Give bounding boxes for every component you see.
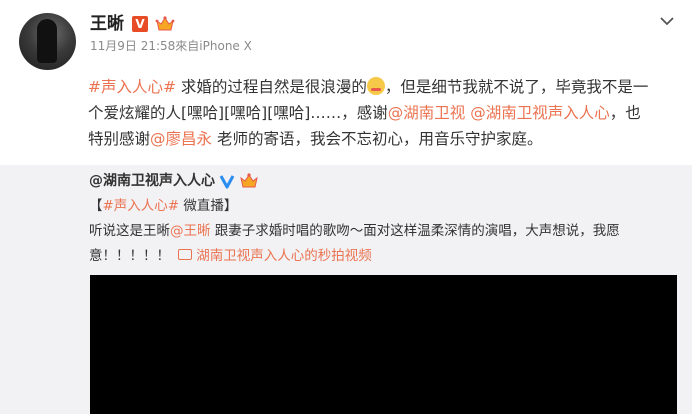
content-text: 老师的寄语，我会不忘初心，用音乐守护家庭。 xyxy=(212,130,543,148)
verified-badge-icon xyxy=(219,175,235,189)
mention-link[interactable]: @廖昌永 xyxy=(150,130,212,148)
repost-content-text: 意！！！！！ xyxy=(89,248,175,264)
tag-suffix: 微直播】 xyxy=(179,198,238,214)
verified-badge-icon[interactable]: V xyxy=(132,16,148,32)
topic-tag-link[interactable]: #声入人心# xyxy=(88,78,176,96)
mention-link[interactable]: @湖南卫视声入人心 xyxy=(470,104,610,122)
vip-crown-icon[interactable] xyxy=(239,172,259,190)
post-content: #声入人心# 求婚的过程自然是很浪漫的 ，但是细节我就不说了，毕竟我不是一 个爱炫… xyxy=(88,74,678,152)
smirk-emoji-icon xyxy=(366,77,385,95)
repost-content-text: 听说这是王晰 xyxy=(89,223,170,239)
repost-author[interactable]: @湖南卫视声入人心 xyxy=(89,172,215,190)
content-line-1: #声入人心# 求婚的过程自然是很浪漫的 ，但是细节我就不说了，毕竟我不是一 xyxy=(88,74,678,100)
video-icon xyxy=(178,249,193,260)
repost-content-text: 跟妻子求婚时唱的歌吻～面对这样温柔深情的演唱，大声想说，我愿 xyxy=(210,223,620,239)
content-text: 特别感谢 xyxy=(88,130,151,148)
video-link-label: 湖南卫视声入人心的秒拍视频 xyxy=(196,248,372,264)
post-meta: 11月9日 21:58來自iPhone X xyxy=(90,39,252,53)
repost-text: 听说这是王晰@王晰 跟妻子求婚时唱的歌吻～面对这样温柔深情的演唱，大声想说，我愿… xyxy=(89,219,679,269)
chevron-down-icon[interactable] xyxy=(659,15,675,27)
content-text: ，也 xyxy=(609,104,641,122)
content-text: ，但是细节我就不说了，毕竟我不是一 xyxy=(384,78,649,96)
content-line-2: 个爱炫耀的人[嘿哈][嘿哈][嘿哈]……，感谢@湖南卫视 @湖南卫视声入人心，也 xyxy=(88,100,678,126)
topic-tag-link[interactable]: #声入人心# xyxy=(103,198,180,214)
mention-link[interactable]: @王晰 xyxy=(170,223,211,239)
avatar-figure xyxy=(37,19,57,63)
repost-line-1: 听说这是王晰@王晰 跟妻子求婚时唱的歌吻～面对这样温柔深情的演唱，大声想说，我愿 xyxy=(89,219,679,244)
content-line-3: 特别感谢@廖昌永 老师的寄语，我会不忘初心，用音乐守护家庭。 xyxy=(88,126,678,152)
repost-tag-line: 【#声入人心# 微直播】 xyxy=(89,196,237,216)
bracket-open: 【 xyxy=(89,198,103,214)
author-name[interactable]: 王晰 xyxy=(90,13,124,35)
post-header: 王晰 V 11月9日 21:58來自iPhone X xyxy=(0,0,692,75)
video-player[interactable] xyxy=(90,275,677,414)
content-text: 求婚的过程自然是很浪漫的 xyxy=(175,78,367,96)
repost-line-2: 意！！！！！ 湖南卫视声入人心的秒拍视频 xyxy=(89,244,679,269)
avatar[interactable] xyxy=(19,13,76,70)
mention-link[interactable]: @湖南卫视 xyxy=(388,104,466,122)
vip-crown-icon[interactable] xyxy=(155,15,175,33)
video-link[interactable]: 湖南卫视声入人心的秒拍视频 xyxy=(174,248,372,264)
content-text: 个爱炫耀的人[嘿哈][嘿哈][嘿哈]……，感谢 xyxy=(88,104,388,122)
